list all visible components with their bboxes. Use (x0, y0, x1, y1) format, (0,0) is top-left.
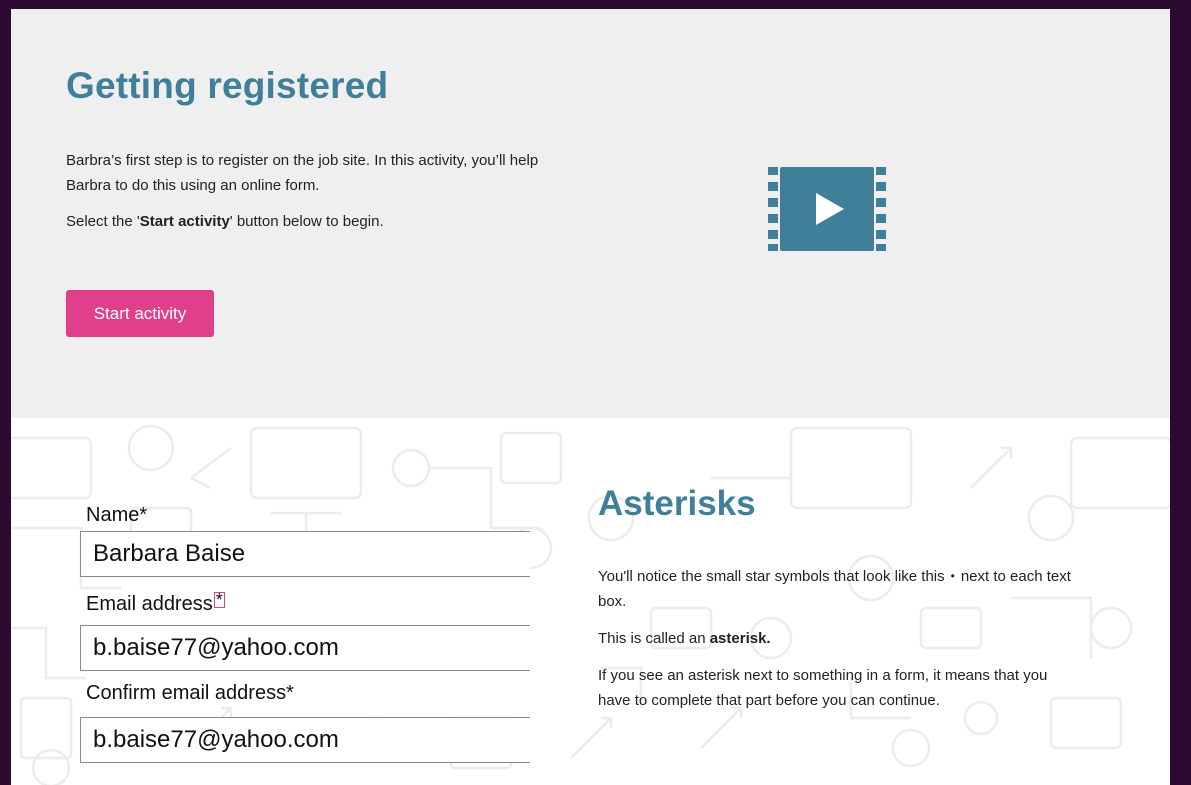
name-label: Name* (86, 504, 148, 526)
asterisk-paragraph-3: If you see an asterisk next to something… (598, 667, 1048, 709)
asterisk-paragraph-2: This is called an asterisk. (598, 626, 1078, 651)
activity-frame: Getting registered Barbra’s first step i… (11, 9, 1170, 785)
instruction-prefix: Select the ' (66, 213, 140, 230)
asterisks-title: Asterisks (598, 484, 756, 523)
asterisk-paragraph-1: You'll notice the small star symbols tha… (598, 564, 1078, 614)
example-section: Name* Email address* Confirm email addre… (11, 418, 1170, 785)
email-label: Email address * (86, 590, 225, 616)
confirm-email-input[interactable] (80, 717, 530, 763)
asterisk-text-a: You'll notice the small star symbols tha… (598, 568, 945, 585)
page-title: Getting registered (66, 65, 389, 106)
intro-paragraph: Barbra’s first step is to register on th… (66, 152, 539, 194)
asterisk-def-bold: asterisk. (709, 630, 771, 647)
start-activity-button[interactable]: Start activity (66, 290, 214, 337)
asterisks-description: You'll notice the small star symbols tha… (598, 564, 1078, 725)
asterisk-def-prefix: This is called an (598, 630, 710, 647)
instruction-bold: Start activity (139, 213, 230, 230)
instruction-suffix: ' button below to begin. (229, 213, 384, 230)
email-label-text: Email address (86, 593, 213, 615)
name-input[interactable] (80, 531, 530, 577)
bullet-symbol: • (950, 569, 955, 583)
intro-description: Barbra’s first step is to register on th… (66, 148, 566, 245)
email-input[interactable] (80, 625, 530, 671)
highlighted-asterisk: * (213, 590, 225, 610)
intro-section: Getting registered Barbra’s first step i… (11, 9, 1170, 418)
video-film-play-icon[interactable] (768, 167, 886, 251)
intro-instruction: Select the 'Start activity' button below… (66, 209, 566, 234)
confirm-email-label: Confirm email address* (86, 682, 294, 704)
